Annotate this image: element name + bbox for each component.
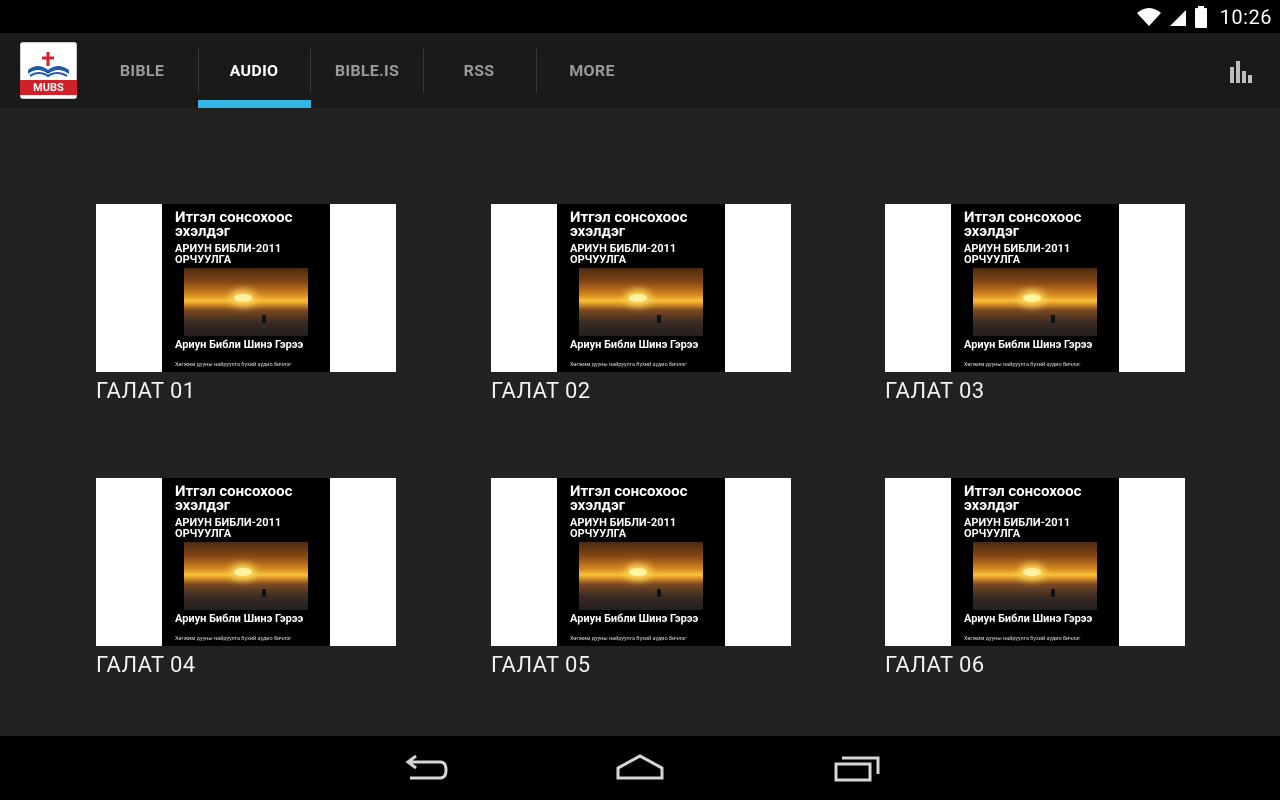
tab-audio[interactable]: AUDIO	[198, 33, 310, 108]
tab-selected-indicator	[198, 100, 311, 108]
sun-shape	[629, 568, 647, 576]
cover-tagline: Хөгжим дууны найруулга бүхий аудио бичлэ…	[570, 636, 687, 642]
cover-title: Итгэл сонсохоос эхэлдэг	[964, 208, 1082, 240]
back-button[interactable]	[396, 750, 452, 786]
track-thumbnail: Итгэл сонсохоос эхэлдэг АРИУН БИБЛИ-2011…	[491, 204, 791, 372]
track-tile[interactable]: Итгэл сонсохоос эхэлдэг АРИУН БИБЛИ-2011…	[96, 204, 396, 404]
sunset-photo	[184, 542, 308, 610]
app-logo[interactable]: MUBS	[20, 42, 77, 99]
track-label: ГАЛАТ 03	[885, 379, 985, 404]
cover-subtitle: АРИУН БИБЛИ-2011 ОРЧУУЛГА	[570, 242, 677, 266]
album-cover: Итгэл сонсохоос эхэлдэг АРИУН БИБЛИ-2011…	[162, 478, 330, 646]
navigation-bar	[0, 736, 1280, 800]
tab-bible[interactable]: BIBLE	[86, 33, 198, 108]
equalizer-icon	[1230, 61, 1252, 83]
cover-title: Итгэл сонсохоос эхэлдэг	[964, 482, 1082, 514]
cover-tagline: Хөгжим дууны найруулга бүхий аудио бичлэ…	[175, 636, 292, 642]
back-icon	[405, 754, 448, 780]
track-label: ГАЛАТ 05	[491, 653, 591, 678]
equalizer-button[interactable]	[1228, 59, 1254, 85]
cover-title: Итгэл сонсохоос эхэлдэг	[570, 208, 688, 240]
app-logo-text: MUBS	[20, 80, 77, 95]
figure-shape	[262, 589, 266, 597]
album-cover: Итгэл сонсохоос эхэлдэг АРИУН БИБЛИ-2011…	[557, 478, 725, 646]
tab-more-label: MORE	[569, 61, 615, 80]
track-label: ГАЛАТ 06	[885, 653, 985, 678]
track-tile[interactable]: Итгэл сонсохоос эхэлдэг АРИУН БИБЛИ-2011…	[491, 478, 791, 678]
cell-signal-icon	[1169, 9, 1186, 26]
album-cover: Итгэл сонсохоос эхэлдэг АРИУН БИБЛИ-2011…	[951, 204, 1119, 372]
album-cover: Итгэл сонсохоос эхэлдэг АРИУН БИБЛИ-2011…	[162, 204, 330, 372]
sun-shape	[1023, 568, 1041, 576]
track-label: ГАЛАТ 01	[96, 379, 196, 404]
cover-tagline: Хөгжим дууны найруулга бүхий аудио бичлэ…	[964, 362, 1081, 368]
tab-bible-is[interactable]: BIBLE.IS	[311, 33, 423, 108]
track-tile[interactable]: Итгэл сонсохоос эхэлдэг АРИУН БИБЛИ-2011…	[491, 204, 791, 404]
sunset-photo	[184, 268, 308, 336]
cover-tagline: Хөгжим дууны найруулга бүхий аудио бичлэ…	[964, 636, 1081, 642]
track-tile[interactable]: Итгэл сонсохоос эхэлдэг АРИУН БИБЛИ-2011…	[885, 204, 1185, 404]
track-thumbnail: Итгэл сонсохоос эхэлдэг АРИУН БИБЛИ-2011…	[885, 478, 1185, 646]
status-bar: 10:26	[0, 0, 1280, 33]
recent-apps-icon	[834, 756, 880, 782]
cover-title: Итгэл сонсохоос эхэлдэг	[175, 482, 293, 514]
figure-shape	[262, 315, 266, 323]
action-bar: MUBS BIBLE AUDIO BIBLE.IS RSS MORE	[0, 33, 1280, 108]
cover-title: Итгэл сонсохоос эхэлдэг	[175, 208, 293, 240]
album-cover: Итгэл сонсохоос эхэлдэг АРИУН БИБЛИ-2011…	[951, 478, 1119, 646]
cover-bottom-title: Ариун Библи Шинэ Гэрээ	[570, 338, 699, 351]
track-tile[interactable]: Итгэл сонсохоос эхэлдэг АРИУН БИБЛИ-2011…	[96, 478, 396, 678]
tab-rss-label: RSS	[463, 61, 495, 80]
cover-subtitle: АРИУН БИБЛИ-2011 ОРЧУУЛГА	[175, 242, 282, 266]
cover-bottom-title: Ариун Библи Шинэ Гэрээ	[964, 338, 1093, 351]
cover-subtitle: АРИУН БИБЛИ-2011 ОРЧУУЛГА	[964, 242, 1071, 266]
cover-subtitle: АРИУН БИБЛИ-2011 ОРЧУУЛГА	[570, 516, 677, 540]
battery-icon	[1194, 5, 1207, 28]
sunset-photo	[579, 268, 703, 336]
album-cover: Итгэл сонсохоос эхэлдэг АРИУН БИБЛИ-2011…	[557, 204, 725, 372]
cover-subtitle: АРИУН БИБЛИ-2011 ОРЧУУЛГА	[964, 516, 1071, 540]
sun-shape	[234, 568, 252, 576]
track-thumbnail: Итгэл сонсохоос эхэлдэг АРИУН БИБЛИ-2011…	[885, 204, 1185, 372]
sunset-photo	[579, 542, 703, 610]
track-label: ГАЛАТ 02	[491, 379, 591, 404]
sun-shape	[234, 294, 252, 302]
cover-title: Итгэл сонсохоос эхэлдэг	[570, 482, 688, 514]
sun-shape	[629, 294, 647, 302]
tab-bible-label: BIBLE	[119, 61, 165, 80]
figure-shape	[657, 589, 661, 597]
track-thumbnail: Итгэл сонсохоос эхэлдэг АРИУН БИБЛИ-2011…	[491, 478, 791, 646]
figure-shape	[1051, 315, 1055, 323]
wifi-icon	[1136, 7, 1161, 26]
cover-bottom-title: Ариун Библи Шинэ Гэрээ	[175, 612, 304, 625]
sunset-photo	[973, 268, 1097, 336]
track-thumbnail: Итгэл сонсохоос эхэлдэг АРИУН БИБЛИ-2011…	[96, 204, 396, 372]
cover-bottom-title: Ариун Библи Шинэ Гэрээ	[175, 338, 304, 351]
tab-rss[interactable]: RSS	[423, 33, 535, 108]
cover-tagline: Хөгжим дууны найруулга бүхий аудио бичлэ…	[570, 362, 687, 368]
tab-bible-is-label: BIBLE.IS	[334, 61, 400, 80]
cover-tagline: Хөгжим дууны найруулга бүхий аудио бичлэ…	[175, 362, 292, 368]
figure-shape	[1051, 589, 1055, 597]
sun-shape	[1023, 294, 1041, 302]
track-label: ГАЛАТ 04	[96, 653, 196, 678]
tab-audio-label: AUDIO	[229, 61, 279, 80]
track-thumbnail: Итгэл сонсохоос эхэлдэг АРИУН БИБЛИ-2011…	[96, 478, 396, 646]
tab-more[interactable]: MORE	[536, 33, 648, 108]
recent-apps-button[interactable]	[828, 750, 884, 786]
track-tile[interactable]: Итгэл сонсохоос эхэлдэг АРИУН БИБЛИ-2011…	[885, 478, 1185, 678]
status-clock: 10:26	[1219, 4, 1272, 29]
sunset-photo	[973, 542, 1097, 610]
cover-bottom-title: Ариун Библи Шинэ Гэрээ	[570, 612, 699, 625]
cover-bottom-title: Ариун Библи Шинэ Гэрээ	[964, 612, 1093, 625]
figure-shape	[657, 315, 661, 323]
cover-subtitle: АРИУН БИБЛИ-2011 ОРЧУУЛГА	[175, 516, 282, 540]
home-icon	[616, 754, 664, 780]
home-button[interactable]	[612, 750, 668, 786]
